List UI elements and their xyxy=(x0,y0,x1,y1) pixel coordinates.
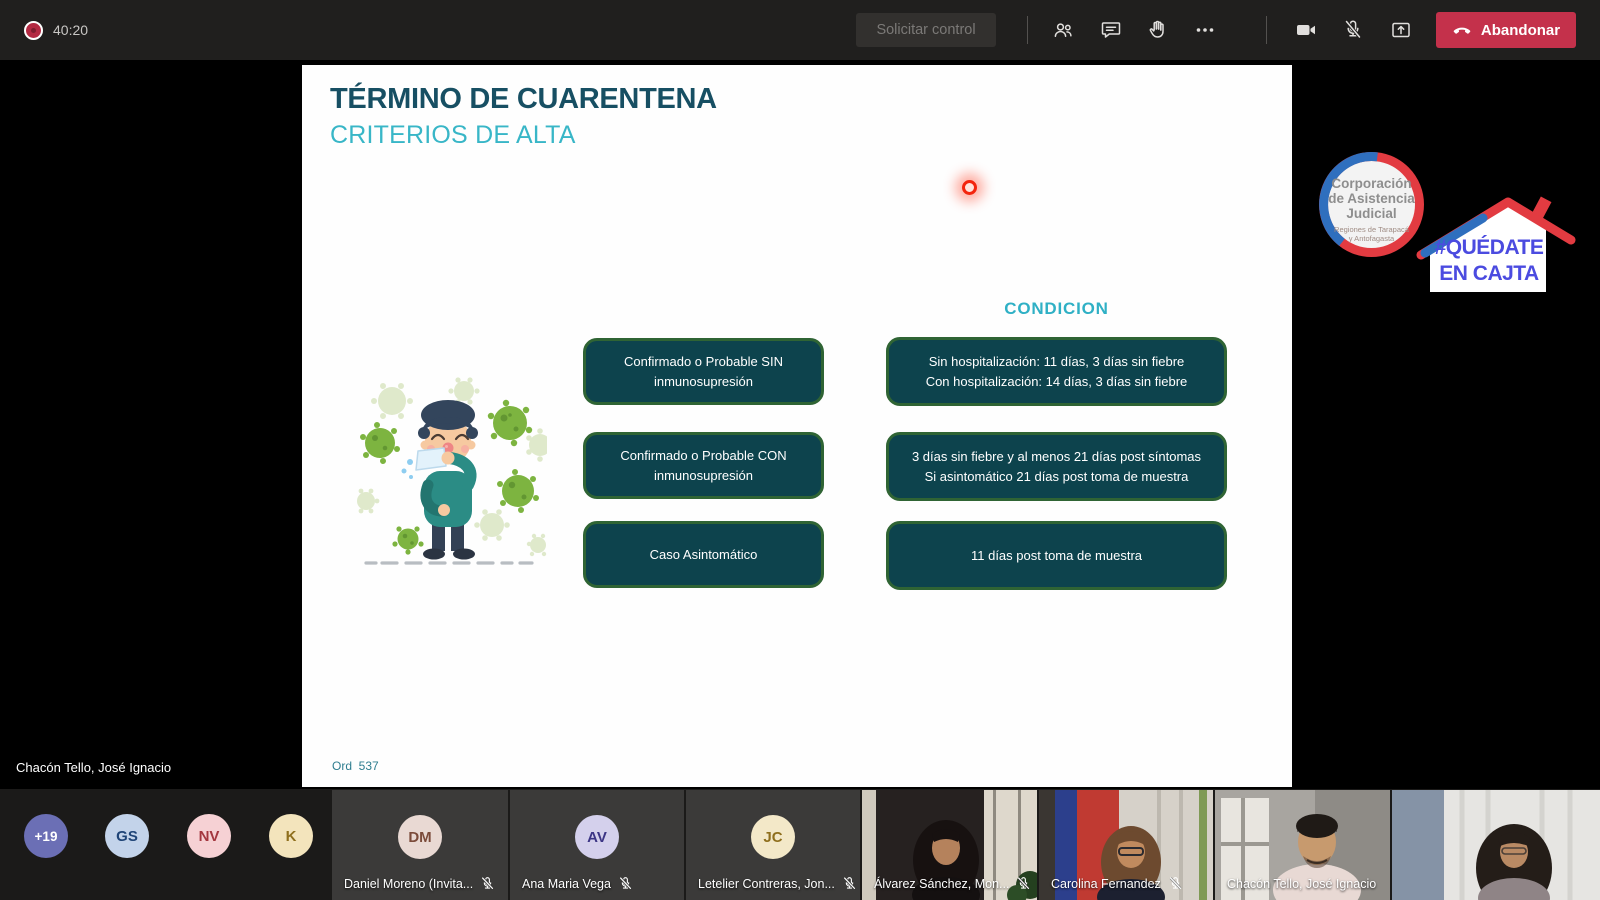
participant-name: Letelier Contreras, Jon... xyxy=(698,877,835,891)
avatar-gs[interactable]: GS xyxy=(105,814,149,858)
mic-muted-icon xyxy=(1168,876,1183,891)
participant-tile-alvarez-sanchez[interactable]: Álvarez Sánchez, Mon... xyxy=(862,790,1037,900)
leave-meeting-label: Abandonar xyxy=(1481,22,1560,39)
avatar-dm: DM xyxy=(398,815,442,859)
toolbar-divider xyxy=(1266,16,1267,44)
raise-hand-button[interactable] xyxy=(1138,10,1178,50)
avatar-av: AV xyxy=(575,815,619,859)
participant-name-label: Letelier Contreras, Jon... xyxy=(698,876,857,891)
condition-box-3: 11 días post toma de muestra xyxy=(886,521,1227,590)
avatar-jc: JC xyxy=(751,815,795,859)
logo-hashtag-line2: EN CAJTA xyxy=(1439,262,1539,285)
video-feed xyxy=(1392,790,1600,900)
case-box-1: Confirmado o Probable SIN inmunosupresió… xyxy=(583,338,824,405)
participant-name-label: Daniel Moreno (Invita... xyxy=(344,876,495,891)
meeting-toolbar: 40:20 Solicitar control xyxy=(0,0,1600,60)
condition-box-3-line1: 11 días post toma de muestra xyxy=(971,546,1142,566)
overflow-participants-badge[interactable]: +19 xyxy=(24,814,68,858)
condition-box-1-line1: Sin hospitalización: 11 días, 3 días sin… xyxy=(929,352,1185,372)
avatar-nv[interactable]: NV xyxy=(187,814,231,858)
camera-on-icon xyxy=(1294,18,1318,42)
hangup-icon xyxy=(1452,20,1472,40)
toolbar-divider xyxy=(1027,16,1028,44)
share-screen-icon xyxy=(1389,18,1413,42)
condition-box-2-line2: Si asintomático 21 días post toma de mue… xyxy=(925,467,1189,487)
case-box-2: Confirmado o Probable CON inmunosupresió… xyxy=(583,432,824,499)
participant-filmstrip: +19 GS NV K DM Daniel Moreno (Invita... xyxy=(0,789,1600,900)
microphone-button[interactable] xyxy=(1333,10,1373,50)
participant-tile-ana-maria-vega[interactable]: AV Ana Maria Vega xyxy=(510,790,684,900)
condition-column-header: CONDICION xyxy=(886,299,1227,319)
condition-box-1-line2: Con hospitalización: 14 días, 3 días sin… xyxy=(926,372,1188,392)
slide-footnote: Ord 537 xyxy=(332,759,379,773)
case-box-3: Caso Asintomático xyxy=(583,521,824,588)
condition-box-2: 3 días sin fiebre y al menos 21 días pos… xyxy=(886,432,1227,501)
participants-icon xyxy=(1051,18,1075,42)
case-box-3-text: Caso Asintomático xyxy=(650,545,758,565)
chat-button[interactable] xyxy=(1091,10,1131,50)
participant-name: Carolina Fernandez xyxy=(1051,877,1161,891)
presenter-name-label: Chacón Tello, José Ignacio xyxy=(16,760,171,775)
participant-tile-carolina-fernandez[interactable]: Carolina Fernandez xyxy=(1039,790,1213,900)
participant-name: Ana Maria Vega xyxy=(522,877,611,891)
participant-name: Daniel Moreno (Invita... xyxy=(344,877,473,891)
case-box-2-text: Confirmado o Probable CON inmunosupresió… xyxy=(596,446,811,485)
participant-tile-daniel-moreno[interactable]: DM Daniel Moreno (Invita... xyxy=(332,790,508,900)
mic-muted-icon xyxy=(842,876,857,891)
recording-indicator-group: 40:20 xyxy=(24,0,88,60)
share-screen-button[interactable] xyxy=(1381,10,1421,50)
mic-muted-icon xyxy=(1016,876,1031,891)
participant-tile-chacon-tello[interactable]: Chacón Tello, José Ignacio xyxy=(1215,790,1390,900)
participant-tile-letelier-contreras[interactable]: JC Letelier Contreras, Jon... xyxy=(686,790,860,900)
sneezing-man-virus-illustration xyxy=(352,373,547,571)
logo-circle-line1: Corporación xyxy=(1331,176,1411,191)
participant-name-label: Álvarez Sánchez, Mon... xyxy=(874,876,1031,891)
participant-name: Álvarez Sánchez, Mon... xyxy=(874,877,1009,891)
logo-hashtag-line1: #QUÉDATE xyxy=(1435,236,1544,259)
slide-subtitle: CRITERIOS DE ALTA xyxy=(330,121,576,150)
request-control-button[interactable]: Solicitar control xyxy=(856,13,996,47)
participant-name-label: Chacón Tello, José Ignacio xyxy=(1227,877,1376,891)
participant-name-label: Carolina Fernandez xyxy=(1051,876,1183,891)
presentation-slide: TÉRMINO DE CUARENTENA CRITERIOS DE ALTA … xyxy=(302,65,1292,787)
camera-button[interactable] xyxy=(1286,10,1326,50)
condition-box-1: Sin hospitalización: 11 días, 3 días sin… xyxy=(886,337,1227,406)
cajta-campaign-logo: #QUÉDATE EN CAJTA Corporación de Asisten… xyxy=(1313,142,1578,322)
more-options-icon xyxy=(1193,18,1217,42)
recording-icon xyxy=(24,21,43,40)
avatar-k[interactable]: K xyxy=(269,814,313,858)
logo-circle-sub2: y Antofagasta xyxy=(1349,234,1395,243)
mic-muted-icon xyxy=(618,876,633,891)
participant-tile-video[interactable] xyxy=(1392,790,1600,900)
condition-box-2-line1: 3 días sin fiebre y al menos 21 días pos… xyxy=(912,447,1201,467)
chat-icon xyxy=(1099,18,1123,42)
participant-name: Chacón Tello, José Ignacio xyxy=(1227,877,1376,891)
logo-circle-line2: de Asistencia xyxy=(1328,191,1415,206)
laser-pointer-dot xyxy=(962,180,977,195)
participant-name-label: Ana Maria Vega xyxy=(522,876,633,891)
mic-muted-icon xyxy=(480,876,495,891)
leave-meeting-button[interactable]: Abandonar xyxy=(1436,12,1576,48)
teams-meeting-window: 40:20 Solicitar control xyxy=(0,0,1600,900)
logo-circle-sub1: Regiones de Tarapacá xyxy=(1334,225,1410,234)
logo-circle-line3: Judicial xyxy=(1346,206,1396,221)
participants-button[interactable] xyxy=(1043,10,1083,50)
mic-muted-icon xyxy=(1341,18,1365,42)
more-options-button[interactable] xyxy=(1185,10,1225,50)
slide-title: TÉRMINO DE CUARENTENA xyxy=(330,83,717,116)
raise-hand-icon xyxy=(1146,18,1170,42)
shared-screen-stage: TÉRMINO DE CUARENTENA CRITERIOS DE ALTA … xyxy=(0,60,1600,789)
meeting-timer: 40:20 xyxy=(53,22,88,38)
case-box-1-text: Confirmado o Probable SIN inmunosupresió… xyxy=(596,352,811,391)
